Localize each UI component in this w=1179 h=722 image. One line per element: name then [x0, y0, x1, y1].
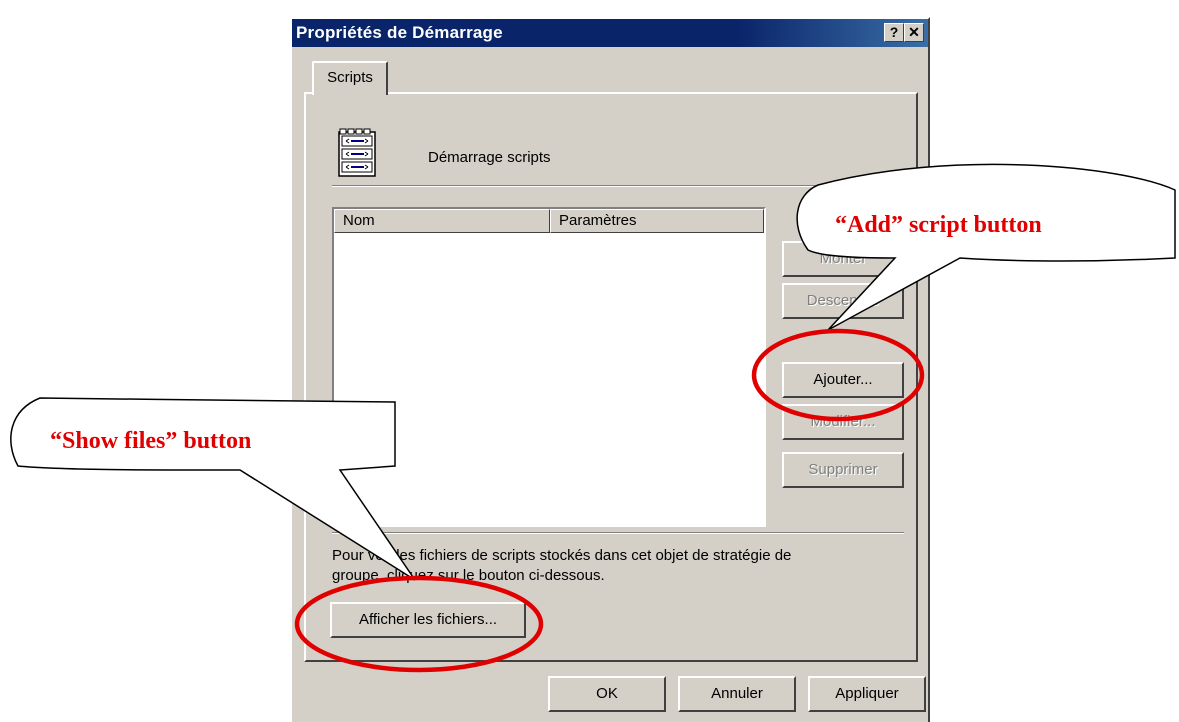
cancel-button[interactable]: Annuler: [678, 676, 796, 712]
cancel-label: Annuler: [711, 685, 763, 702]
close-icon[interactable]: ✕: [904, 23, 924, 42]
show-files-button[interactable]: Afficher les fichiers...: [330, 602, 526, 638]
separator-bottom: [332, 532, 904, 534]
tab-scripts[interactable]: Scripts: [312, 61, 388, 95]
separator-top: [332, 185, 904, 187]
remove-label: Supprimer: [808, 461, 878, 478]
ok-button[interactable]: OK: [548, 676, 666, 712]
edit-script-button[interactable]: Modifier...: [782, 404, 904, 440]
add-label: Ajouter...: [813, 371, 873, 388]
properties-dialog: Propriétés de Démarrage ? ✕ Scripts Déma…: [290, 17, 930, 722]
script-document-icon: [338, 128, 376, 177]
edit-label: Modifier...: [810, 413, 876, 430]
show-files-label: Afficher les fichiers...: [358, 611, 498, 628]
scripts-list[interactable]: Nom Paramètres: [332, 207, 766, 527]
add-callout-text: “Add” script button: [835, 212, 1042, 238]
column-header-name[interactable]: Nom: [334, 209, 550, 233]
apply-label: Appliquer: [835, 685, 899, 702]
move-down-label: Descendre: [806, 292, 880, 309]
panel-heading: Démarrage scripts: [428, 149, 551, 166]
tab-label: Scripts: [327, 69, 373, 86]
move-up-label: Monter: [819, 250, 867, 267]
add-script-button[interactable]: Ajouter...: [782, 362, 904, 398]
column-header-parameters[interactable]: Paramètres: [550, 209, 764, 233]
title-bar[interactable]: Propriétés de Démarrage ? ✕: [292, 19, 928, 47]
move-down-button[interactable]: Descendre: [782, 283, 904, 319]
window-title: Propriétés de Démarrage: [296, 23, 503, 42]
apply-button[interactable]: Appliquer: [808, 676, 926, 712]
ok-label: OK: [596, 685, 618, 702]
move-up-button[interactable]: Monter: [782, 241, 904, 277]
info-text: Pour voir les fichiers de scripts stocké…: [332, 547, 792, 584]
show-files-callout-text: “Show files” button: [50, 428, 252, 454]
help-icon[interactable]: ?: [884, 23, 904, 42]
remove-script-button[interactable]: Supprimer: [782, 452, 904, 488]
